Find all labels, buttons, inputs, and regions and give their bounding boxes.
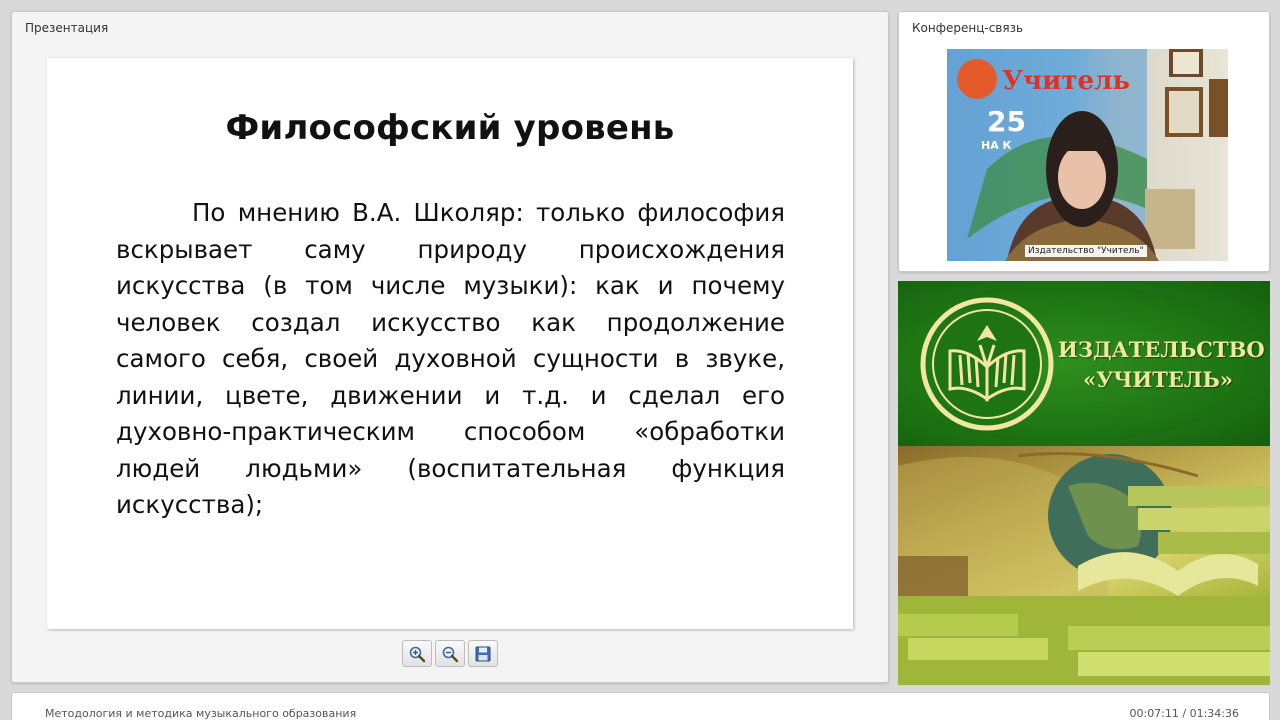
publisher-logo-icon — [920, 297, 1054, 431]
slide-title: Философский уровень — [225, 108, 675, 148]
presentation-panel-title: Презентация — [25, 21, 109, 35]
banner-books-image — [898, 446, 1270, 685]
banner-text: ИЗДАТЕЛЬСТВО «УЧИТЕЛЬ» — [1058, 335, 1265, 395]
poster-sub: НА К — [981, 139, 1012, 152]
video-caption: Издательство "Учитель" — [1025, 245, 1147, 257]
conference-panel: Конференц-связь Учитель 25 НА К Издатель… — [898, 11, 1270, 272]
books-globe-illustration — [898, 452, 1270, 685]
course-title: Методология и методика музыкального обра… — [45, 707, 357, 720]
save-button[interactable] — [468, 640, 498, 667]
zoom-out-icon — [442, 646, 459, 662]
slide-toolbar — [402, 640, 498, 667]
publisher-banner: ИЗДАТЕЛЬСТВО «УЧИТЕЛЬ» — [898, 281, 1270, 685]
banner-top: ИЗДАТЕЛЬСТВО «УЧИТЕЛЬ» — [898, 281, 1270, 446]
zoom-in-button[interactable] — [402, 640, 432, 667]
video-frame-image: Учитель 25 НА К — [947, 49, 1228, 261]
footer-bar: Методология и методика музыкального обра… — [11, 692, 1270, 720]
slide-body: По мнению В.А. Школяр: только философия … — [116, 198, 785, 519]
zoom-out-button[interactable] — [435, 640, 465, 667]
presentation-panel: Презентация Философский уровень По мнени… — [11, 11, 889, 683]
save-icon — [475, 646, 491, 661]
banner-line-2: «УЧИТЕЛЬ» — [1083, 367, 1233, 392]
poster-logo-text: Учитель — [1002, 66, 1130, 96]
poster-number: 25 — [987, 105, 1026, 138]
banner-line-1: ИЗДАТЕЛЬСТВО — [1058, 337, 1265, 362]
zoom-in-icon — [409, 646, 426, 662]
playback-time: 00:07:11 / 01:34:36 — [1129, 707, 1239, 720]
video-feed[interactable]: Учитель 25 НА К Издательство "Учитель" — [947, 49, 1228, 261]
conference-panel-title: Конференц-связь — [912, 21, 1024, 35]
slide: Философский уровень По мнению В.А. Школя… — [47, 58, 853, 629]
